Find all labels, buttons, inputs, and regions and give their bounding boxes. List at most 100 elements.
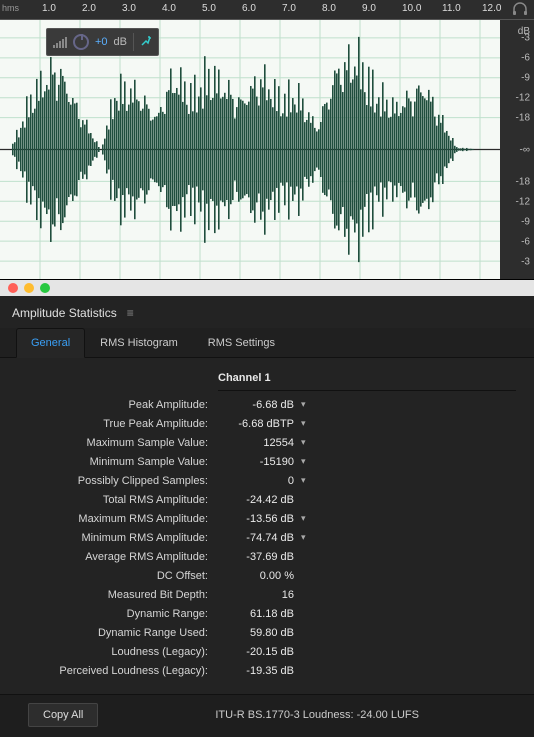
stat-row: Loudness (Legacy):-20.15 dB: [18, 642, 516, 661]
timeline-unit: hms: [2, 3, 19, 13]
stat-value: -19.35 dB: [218, 665, 298, 677]
dropdown-icon[interactable]: ▾: [301, 475, 306, 486]
db-scale-label: -18: [516, 177, 530, 188]
panel-menu-icon[interactable]: ≡: [127, 306, 132, 320]
track-hud: +0 dB: [46, 28, 159, 56]
stat-value: -20.15 dB: [218, 646, 298, 658]
db-scale-label: -12: [516, 93, 530, 104]
stat-value: -6.68 dBTP: [218, 418, 298, 430]
minimize-icon[interactable]: [24, 283, 34, 293]
timeline-tick: 3.0: [122, 3, 136, 14]
stat-label: Perceived Loudness (Legacy):: [18, 665, 218, 677]
stat-value: 0.00 %: [218, 570, 298, 582]
stat-value: -6.68 dB: [218, 399, 298, 411]
timeline-tick: 5.0: [202, 3, 216, 14]
db-scale-label: -6: [521, 237, 530, 248]
stat-row: Measured Bit Depth:16: [18, 585, 516, 604]
panel-footer: Copy All ITU-R BS.1770-3 Loudness: -24.0…: [0, 694, 534, 737]
tab-bar: GeneralRMS HistogramRMS Settings: [0, 328, 534, 358]
stat-label: Loudness (Legacy):: [18, 646, 218, 658]
timeline-tick: 7.0: [282, 3, 296, 14]
stat-row: Peak Amplitude:-6.68 dB▾: [18, 395, 516, 414]
column-header[interactable]: Channel 1: [218, 368, 516, 391]
stat-row: Minimum Sample Value:-15190▾: [18, 452, 516, 471]
stat-label: DC Offset:: [18, 570, 218, 582]
stat-label: Maximum Sample Value:: [18, 437, 218, 449]
dropdown-icon[interactable]: ▾: [301, 513, 306, 524]
tab-rms-histogram[interactable]: RMS Histogram: [85, 328, 193, 357]
db-scale-label: -9: [521, 73, 530, 84]
stat-row: Average RMS Amplitude:-37.69 dB: [18, 547, 516, 566]
stat-value: 61.18 dB: [218, 608, 298, 620]
amplitude-statistics-panel: Amplitude Statistics ≡ GeneralRMS Histog…: [0, 296, 534, 737]
hud-separator: [133, 33, 134, 51]
timeline-tick: 8.0: [322, 3, 336, 14]
stat-label: Dynamic Range:: [18, 608, 218, 620]
db-scale-label: -9: [521, 217, 530, 228]
gain-knob[interactable]: [73, 34, 89, 50]
stat-row: Minimum RMS Amplitude:-74.74 dB▾: [18, 528, 516, 547]
timeline-tick: 4.0: [162, 3, 176, 14]
timeline-tick: 6.0: [242, 3, 256, 14]
dropdown-icon[interactable]: ▾: [301, 437, 306, 448]
stat-value: -13.56 dB: [218, 513, 298, 525]
db-scale-label: -3: [521, 257, 530, 268]
gain-value[interactable]: +0: [95, 36, 108, 48]
dropdown-icon[interactable]: ▾: [301, 418, 306, 429]
close-icon[interactable]: [8, 283, 18, 293]
stat-label: Dynamic Range Used:: [18, 627, 218, 639]
stat-value: 59.80 dB: [218, 627, 298, 639]
timeline-tick: 1.0: [42, 3, 56, 14]
timeline-tick: 11.0: [442, 3, 461, 14]
stat-row: DC Offset:0.00 %: [18, 566, 516, 585]
stat-row: Dynamic Range Used:59.80 dB: [18, 623, 516, 642]
panel-title-bar: Amplitude Statistics ≡: [0, 296, 534, 328]
stat-label: Measured Bit Depth:: [18, 589, 218, 601]
tab-general[interactable]: General: [16, 328, 85, 358]
timeline-ruler[interactable]: hms 1.02.03.04.05.06.07.08.09.010.011.01…: [0, 0, 534, 20]
panel-title: Amplitude Statistics: [12, 306, 117, 320]
dropdown-icon[interactable]: ▾: [301, 456, 306, 467]
stat-label: Possibly Clipped Samples:: [18, 475, 218, 487]
stat-value: 12554: [218, 437, 298, 449]
maximize-icon[interactable]: [40, 283, 50, 293]
volume-bars-icon: [53, 36, 67, 48]
stat-label: Peak Amplitude:: [18, 399, 218, 411]
window-titlebar: [0, 280, 534, 296]
stat-label: Average RMS Amplitude:: [18, 551, 218, 563]
stat-row: Perceived Loudness (Legacy):-19.35 dB: [18, 661, 516, 680]
stat-value: 16: [218, 589, 298, 601]
stat-label: Minimum Sample Value:: [18, 456, 218, 468]
lufs-readout: ITU-R BS.1770-3 Loudness: -24.00 LUFS: [118, 709, 516, 721]
db-scale: dB -3-6-9-12-18-∞-18-12-9-6-3: [500, 20, 534, 279]
dropdown-icon[interactable]: ▾: [301, 532, 306, 543]
tab-rms-settings[interactable]: RMS Settings: [193, 328, 290, 357]
waveform-display[interactable]: [0, 20, 500, 279]
headphone-icon[interactable]: [512, 2, 528, 19]
stat-value: -15190: [218, 456, 298, 468]
timeline-tick: 9.0: [362, 3, 376, 14]
pin-icon[interactable]: [140, 35, 152, 50]
stat-row: True Peak Amplitude:-6.68 dBTP▾: [18, 414, 516, 433]
stat-row: Maximum Sample Value:12554▾: [18, 433, 516, 452]
stat-value: -37.69 dB: [218, 551, 298, 563]
stat-value: -74.74 dB: [218, 532, 298, 544]
stat-label: Minimum RMS Amplitude:: [18, 532, 218, 544]
stat-row: Dynamic Range:61.18 dB: [18, 604, 516, 623]
timeline-tick: 10.0: [402, 3, 421, 14]
stats-body: Channel 1 Peak Amplitude:-6.68 dB▾True P…: [0, 358, 534, 694]
db-scale-label: -18: [516, 113, 530, 124]
dropdown-icon[interactable]: ▾: [301, 399, 306, 410]
stat-row: Possibly Clipped Samples:0▾: [18, 471, 516, 490]
stat-label: Total RMS Amplitude:: [18, 494, 218, 506]
stat-value: -24.42 dB: [218, 494, 298, 506]
db-scale-label: -12: [516, 197, 530, 208]
copy-all-button[interactable]: Copy All: [28, 703, 98, 727]
stat-row: Total RMS Amplitude:-24.42 dB: [18, 490, 516, 509]
gain-unit: dB: [114, 36, 127, 48]
db-scale-label: -6: [521, 53, 530, 64]
stat-value: 0: [218, 475, 298, 487]
db-scale-label: -∞: [520, 145, 530, 156]
db-scale-label: -3: [521, 33, 530, 44]
stat-label: Maximum RMS Amplitude:: [18, 513, 218, 525]
